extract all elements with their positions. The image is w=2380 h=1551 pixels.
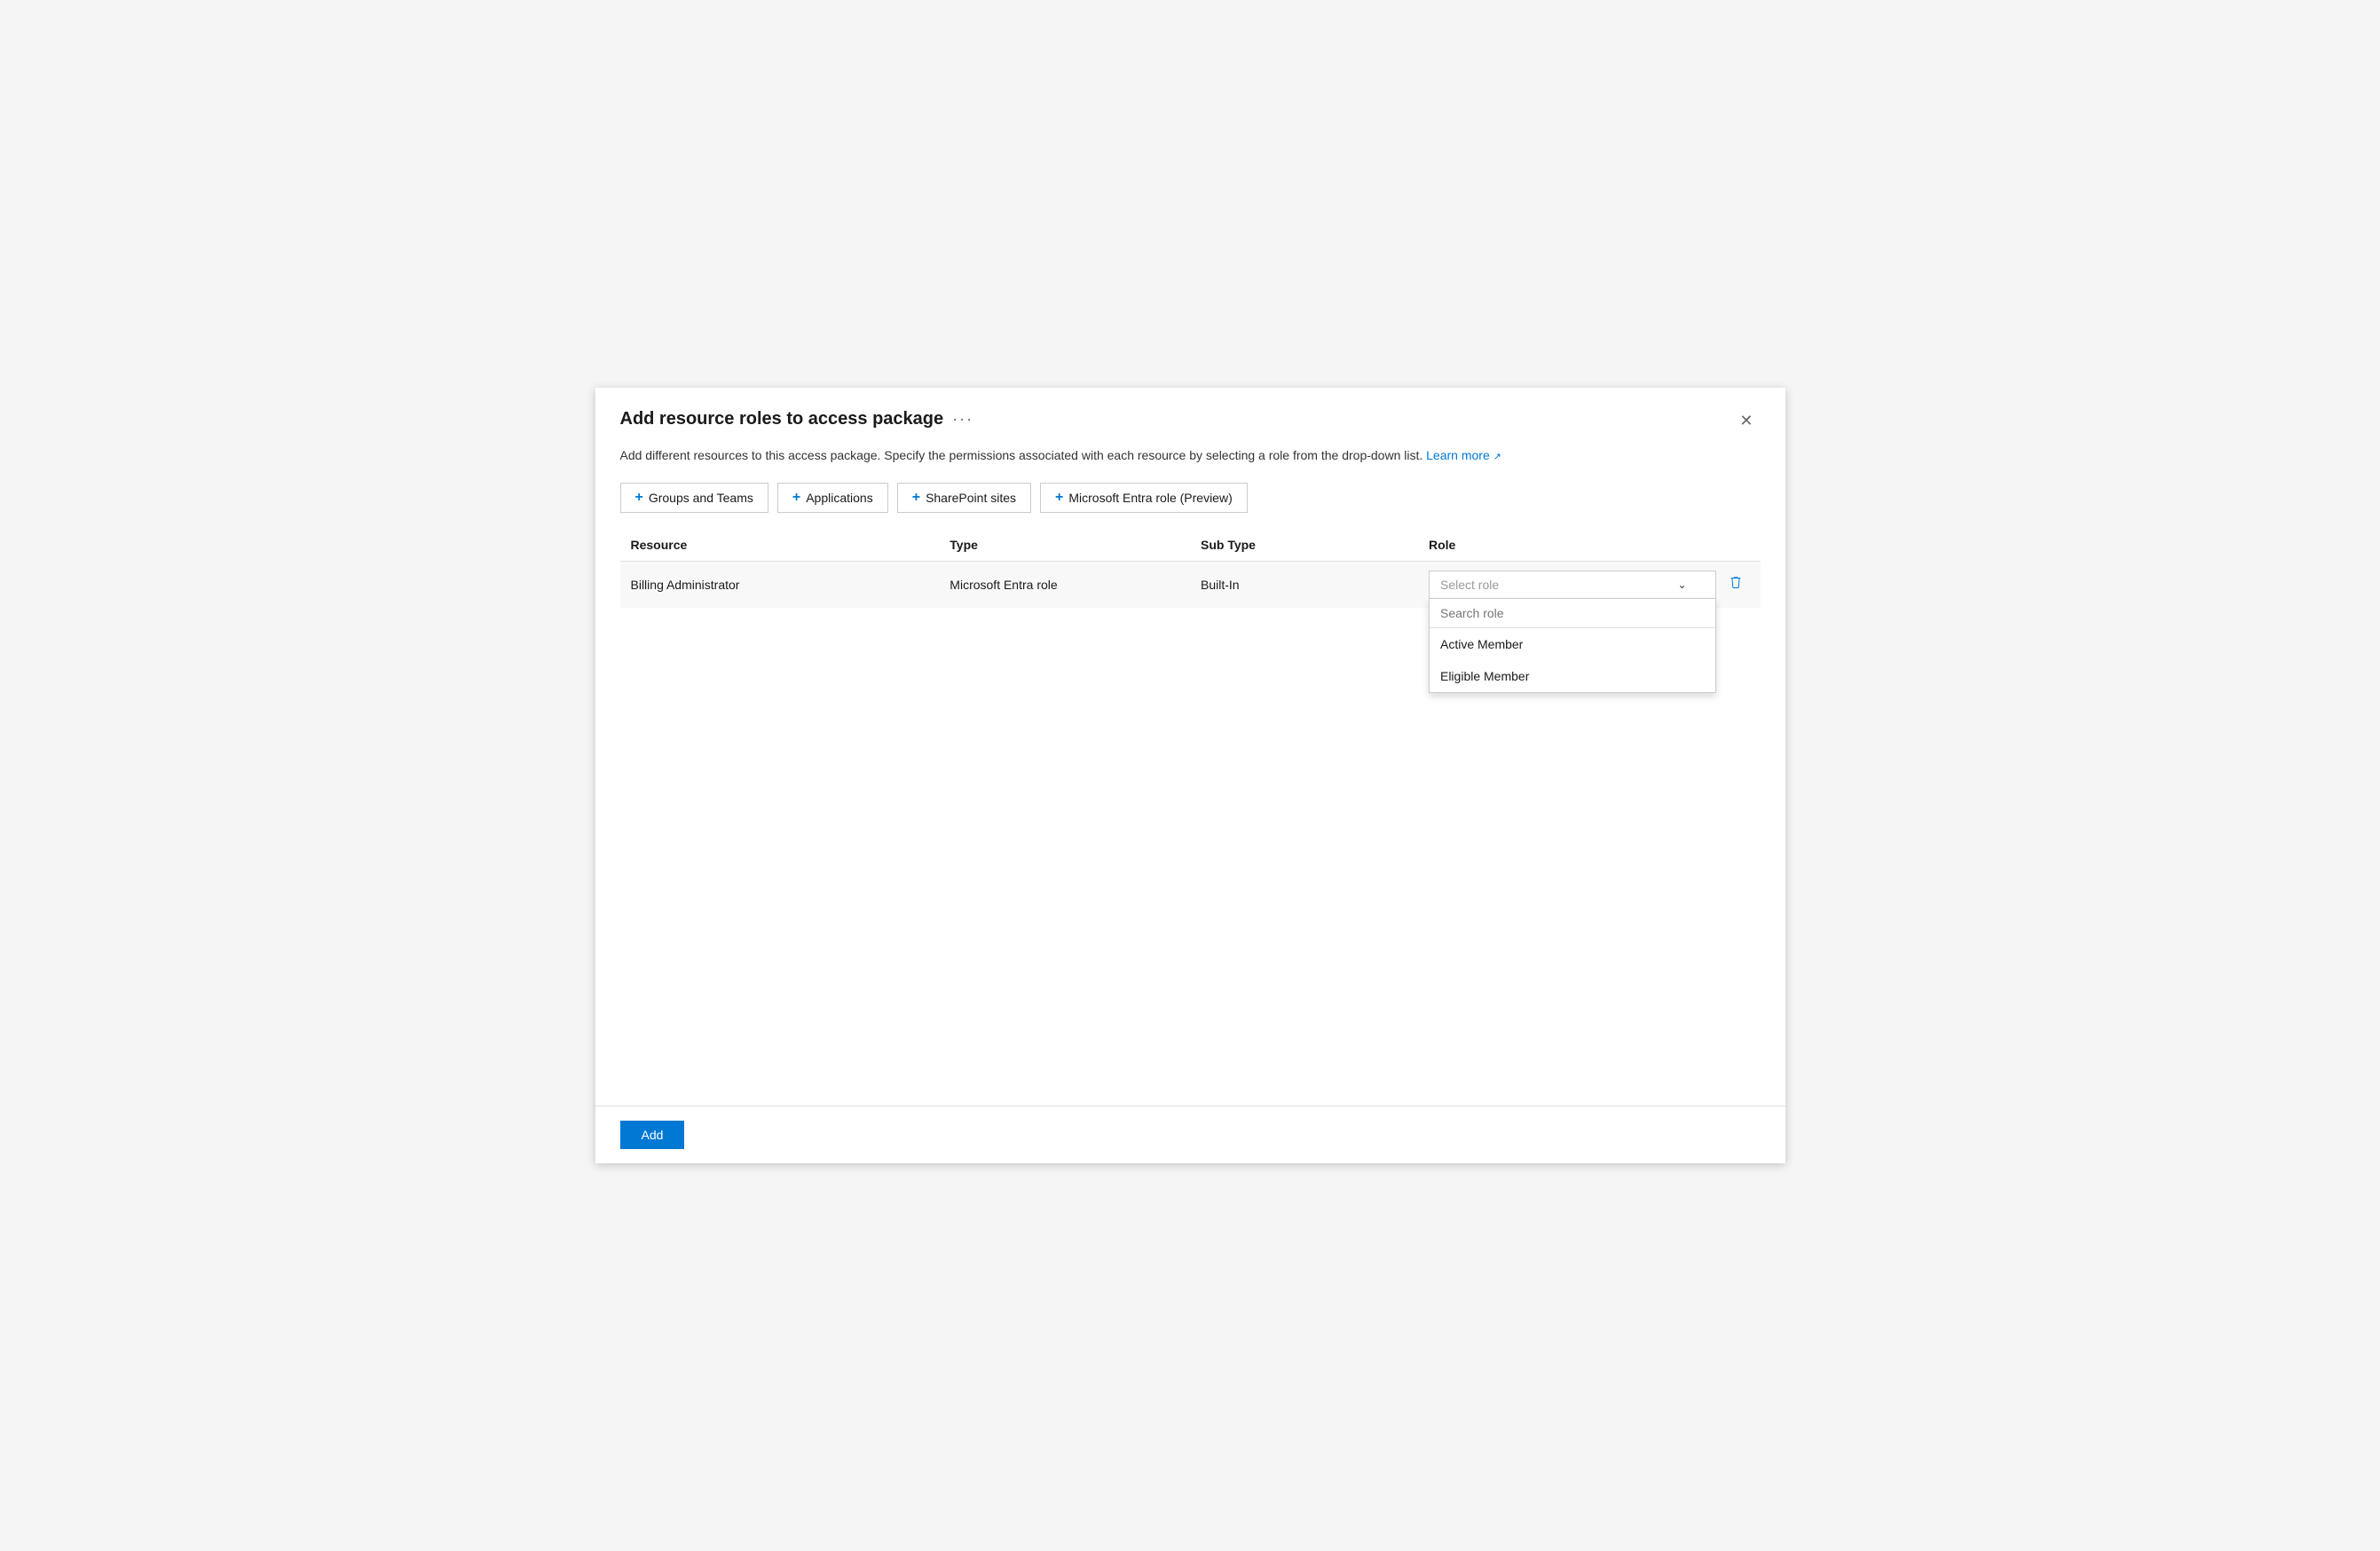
plus-icon: + (635, 490, 643, 506)
chevron-down-icon: ⌄ (1677, 579, 1686, 591)
subtype-cell: Built-In (1190, 562, 1418, 609)
description-text: Add different resources to this access p… (620, 448, 1423, 462)
search-role-input[interactable] (1430, 599, 1715, 628)
sharepoint-sites-label: SharePoint sites (926, 491, 1016, 505)
resource-type-buttons: + Groups and Teams + Applications + Shar… (595, 483, 1785, 531)
add-sharepoint-sites-button[interactable]: + SharePoint sites (897, 483, 1031, 513)
delete-row-button[interactable] (1722, 571, 1750, 595)
select-role-button[interactable]: Select role ⌄ (1429, 571, 1716, 599)
entra-role-label: Microsoft Entra role (Preview) (1068, 491, 1232, 505)
dialog-footer: Add (595, 1106, 1785, 1163)
plus-icon: + (912, 490, 920, 506)
learn-more-link[interactable]: Learn more (1426, 448, 1490, 462)
footer-add-button[interactable]: Add (620, 1121, 685, 1149)
role-cell: Select role ⌄ Active Member Eligible Mem… (1418, 562, 1761, 609)
more-options-icon[interactable]: ··· (952, 410, 973, 429)
column-header-resource: Resource (620, 531, 940, 562)
table-header: Resource Type Sub Type Role (620, 531, 1761, 562)
add-entra-role-button[interactable]: + Microsoft Entra role (Preview) (1040, 483, 1248, 513)
add-resource-roles-dialog: Add resource roles to access package ···… (595, 388, 1785, 1163)
select-role-placeholder: Select role (1440, 578, 1499, 592)
table-row: Billing Administrator Microsoft Entra ro… (620, 562, 1761, 609)
groups-teams-label: Groups and Teams (649, 491, 753, 505)
applications-label: Applications (806, 491, 873, 505)
dialog-title: Add resource roles to access package (620, 409, 944, 429)
type-cell: Microsoft Entra role (939, 562, 1190, 609)
column-header-role: Role (1418, 531, 1761, 562)
column-header-type: Type (939, 531, 1190, 562)
resource-table: Resource Type Sub Type Role Billing Admi… (620, 531, 1761, 608)
close-button[interactable]: ✕ (1732, 409, 1760, 432)
title-area: Add resource roles to access package ··· (620, 409, 974, 429)
role-cell-wrapper: Select role ⌄ Active Member Eligible Mem… (1429, 571, 1750, 599)
trash-icon (1729, 576, 1743, 590)
select-role-wrapper: Select role ⌄ Active Member Eligible Mem… (1429, 571, 1716, 599)
table-body: Billing Administrator Microsoft Entra ro… (620, 562, 1761, 609)
plus-icon: + (1055, 490, 1063, 506)
resource-table-container: Resource Type Sub Type Role Billing Admi… (595, 531, 1785, 1106)
add-applications-button[interactable]: + Applications (777, 483, 888, 513)
role-option-active-member[interactable]: Active Member (1430, 628, 1715, 660)
external-link-icon: ↗ (1493, 452, 1501, 462)
role-dropdown-menu: Active Member Eligible Member (1429, 599, 1716, 693)
add-groups-teams-button[interactable]: + Groups and Teams (620, 483, 768, 513)
dialog-header: Add resource roles to access package ···… (595, 388, 1785, 446)
plus-icon: + (792, 490, 800, 506)
resource-cell: Billing Administrator (620, 562, 940, 609)
role-option-eligible-member[interactable]: Eligible Member (1430, 660, 1715, 692)
dialog-description: Add different resources to this access p… (595, 446, 1785, 483)
column-header-subtype: Sub Type (1190, 531, 1418, 562)
